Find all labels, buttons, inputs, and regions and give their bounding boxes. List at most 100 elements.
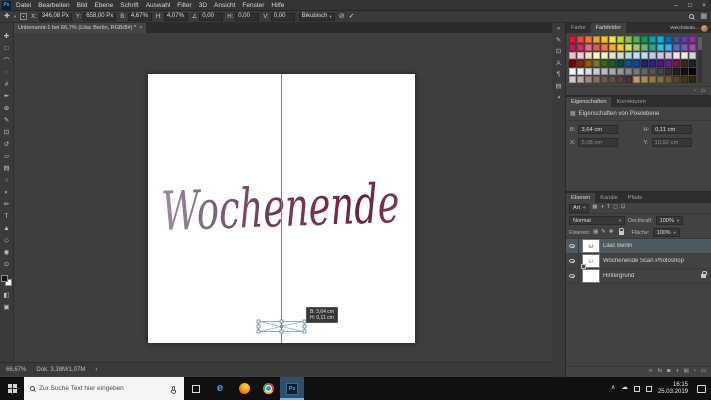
menu-item[interactable]: Filter bbox=[177, 2, 191, 9]
move-tool[interactable]: ✚ bbox=[0, 30, 14, 42]
libraries-panel-icon[interactable]: ▤ bbox=[555, 83, 561, 91]
crop-tool[interactable]: # bbox=[0, 78, 14, 90]
tool-preset-caret-icon[interactable]: ▾ bbox=[14, 14, 16, 20]
tab-farbfelder[interactable]: Farbfelder bbox=[590, 23, 627, 33]
color-swatch[interactable] bbox=[649, 52, 656, 59]
color-swatch[interactable] bbox=[609, 52, 616, 59]
color-swatch[interactable] bbox=[681, 52, 688, 59]
color-swatch[interactable] bbox=[617, 52, 624, 59]
lock-all-icon[interactable] bbox=[618, 227, 625, 235]
cancel-transform-button[interactable]: ⊘ bbox=[339, 13, 345, 20]
search-icon[interactable] bbox=[689, 14, 695, 19]
dodge-tool[interactable]: ◐ bbox=[0, 186, 14, 198]
color-swatch[interactable] bbox=[657, 76, 664, 83]
color-swatch[interactable] bbox=[657, 36, 664, 43]
color-swatch[interactable] bbox=[665, 36, 672, 43]
color-swatch[interactable] bbox=[577, 60, 584, 67]
color-swatch[interactable] bbox=[649, 68, 656, 75]
workspace-switcher-icon[interactable]: ▦ bbox=[700, 13, 707, 20]
color-swatch[interactable] bbox=[625, 60, 632, 67]
color-swatch[interactable] bbox=[689, 68, 696, 75]
color-swatch[interactable] bbox=[673, 68, 680, 75]
color-swatch[interactable] bbox=[649, 36, 656, 43]
swatches-scrollbar[interactable] bbox=[698, 36, 702, 83]
color-swatch[interactable] bbox=[625, 52, 632, 59]
commit-transform-button[interactable]: ✓ bbox=[349, 13, 355, 20]
menu-item[interactable]: 3D bbox=[199, 2, 207, 9]
quick-selection-tool[interactable]: ◌ bbox=[0, 66, 14, 78]
close-button[interactable]: × bbox=[697, 2, 711, 9]
taskbar-photoshop-icon[interactable]: Ps bbox=[280, 377, 304, 400]
x-field[interactable]: 346,08 Px bbox=[38, 12, 72, 21]
pen-tool[interactable]: ✏ bbox=[0, 198, 14, 210]
link-layers-icon[interactable]: ∞ bbox=[649, 369, 653, 375]
color-swatch[interactable] bbox=[657, 44, 664, 51]
color-swatch[interactable] bbox=[673, 76, 680, 83]
width-field[interactable]: 3,64 cm bbox=[578, 125, 619, 134]
layer-filter-type-dropdown[interactable]: Art ▾ bbox=[569, 203, 590, 213]
color-swatch[interactable] bbox=[577, 68, 584, 75]
tray-icon[interactable] bbox=[633, 385, 640, 392]
hand-tool[interactable]: ◉ bbox=[0, 246, 14, 258]
color-swatch[interactable] bbox=[609, 76, 616, 83]
color-swatch[interactable] bbox=[569, 36, 576, 43]
color-swatch[interactable] bbox=[657, 52, 664, 59]
transform-box[interactable] bbox=[256, 319, 307, 334]
menu-item[interactable]: Auswahl bbox=[146, 2, 171, 9]
color-swatch[interactable] bbox=[609, 44, 616, 51]
document-tab[interactable]: Unbenannt-1 bei 66,7% (Lilac Berlin, RGB… bbox=[14, 23, 147, 33]
menu-item[interactable]: Datei bbox=[16, 2, 31, 9]
paragraph-panel-icon[interactable]: ¶ bbox=[557, 71, 561, 79]
color-swatch[interactable] bbox=[681, 36, 688, 43]
tab-close-icon[interactable]: × bbox=[139, 25, 142, 31]
minimize-button[interactable]: – bbox=[669, 2, 683, 9]
layer-row[interactable]: Hintergrund bbox=[566, 269, 711, 284]
taskbar-search[interactable]: Zur Suche Text hier eingeben bbox=[24, 377, 184, 400]
action-center-icon[interactable] bbox=[697, 384, 706, 393]
color-swatch[interactable] bbox=[569, 76, 576, 83]
zoom-level[interactable]: 66,67% bbox=[6, 367, 26, 373]
x-field[interactable]: 5,08 cm bbox=[578, 138, 619, 147]
tab-kanaele[interactable]: Kanäle bbox=[595, 193, 622, 203]
color-swatch[interactable] bbox=[593, 60, 600, 67]
color-swatch[interactable] bbox=[625, 36, 632, 43]
menu-item[interactable]: Ansicht bbox=[214, 2, 235, 9]
layer-effects-icon[interactable]: fx bbox=[658, 369, 662, 375]
color-swatch[interactable] bbox=[593, 76, 600, 83]
color-swatch[interactable] bbox=[625, 44, 632, 51]
foreground-color-chip[interactable] bbox=[1, 275, 8, 282]
color-swatch[interactable] bbox=[633, 76, 640, 83]
color-swatch[interactable] bbox=[641, 52, 648, 59]
current-tool-icon[interactable]: ✚ bbox=[4, 13, 10, 20]
taskbar-chrome-icon[interactable] bbox=[256, 377, 280, 400]
y-field[interactable]: 658,00 Px bbox=[83, 12, 117, 21]
color-swatch[interactable] bbox=[585, 44, 592, 51]
tab-ebenen[interactable]: Ebenen bbox=[566, 193, 596, 203]
smart-object-filter-icon[interactable]: ⊡ bbox=[621, 205, 626, 211]
color-swatch[interactable] bbox=[593, 36, 600, 43]
lock-position-icon[interactable]: ✚ bbox=[609, 229, 614, 236]
interpolation-dropdown[interactable]: Bikubisch ▾ bbox=[298, 12, 335, 21]
color-swatch[interactable] bbox=[577, 36, 584, 43]
color-swatch[interactable] bbox=[665, 60, 672, 67]
color-swatch[interactable] bbox=[633, 44, 640, 51]
menu-item[interactable]: Hilfe bbox=[271, 2, 284, 9]
new-swatch-icon[interactable]: ▫ bbox=[694, 88, 696, 94]
color-swatch[interactable] bbox=[689, 76, 696, 83]
color-swatch[interactable] bbox=[585, 60, 592, 67]
type-tool[interactable]: T bbox=[0, 210, 14, 222]
opacity-dropdown[interactable]: 100% ▾ bbox=[655, 216, 684, 225]
taskbar-clock[interactable]: 16:15 25.03.2019 bbox=[658, 382, 688, 396]
color-swatch[interactable] bbox=[585, 68, 592, 75]
layer-visibility-toggle[interactable] bbox=[566, 269, 579, 283]
maximize-button[interactable]: □ bbox=[683, 2, 697, 9]
tab-eigenschaften[interactable]: Eigenschaften bbox=[566, 97, 612, 107]
history-brush-tool[interactable]: ↺ bbox=[0, 138, 14, 150]
color-swatch[interactable] bbox=[577, 52, 584, 59]
taskbar-firefox-icon[interactable] bbox=[232, 377, 256, 400]
adjustments-panel-icon[interactable]: ◑ bbox=[557, 94, 561, 102]
reference-point-icon[interactable] bbox=[20, 13, 28, 20]
color-swatch[interactable] bbox=[665, 76, 672, 83]
account-avatar[interactable] bbox=[701, 24, 708, 32]
color-swatch[interactable] bbox=[609, 60, 616, 67]
